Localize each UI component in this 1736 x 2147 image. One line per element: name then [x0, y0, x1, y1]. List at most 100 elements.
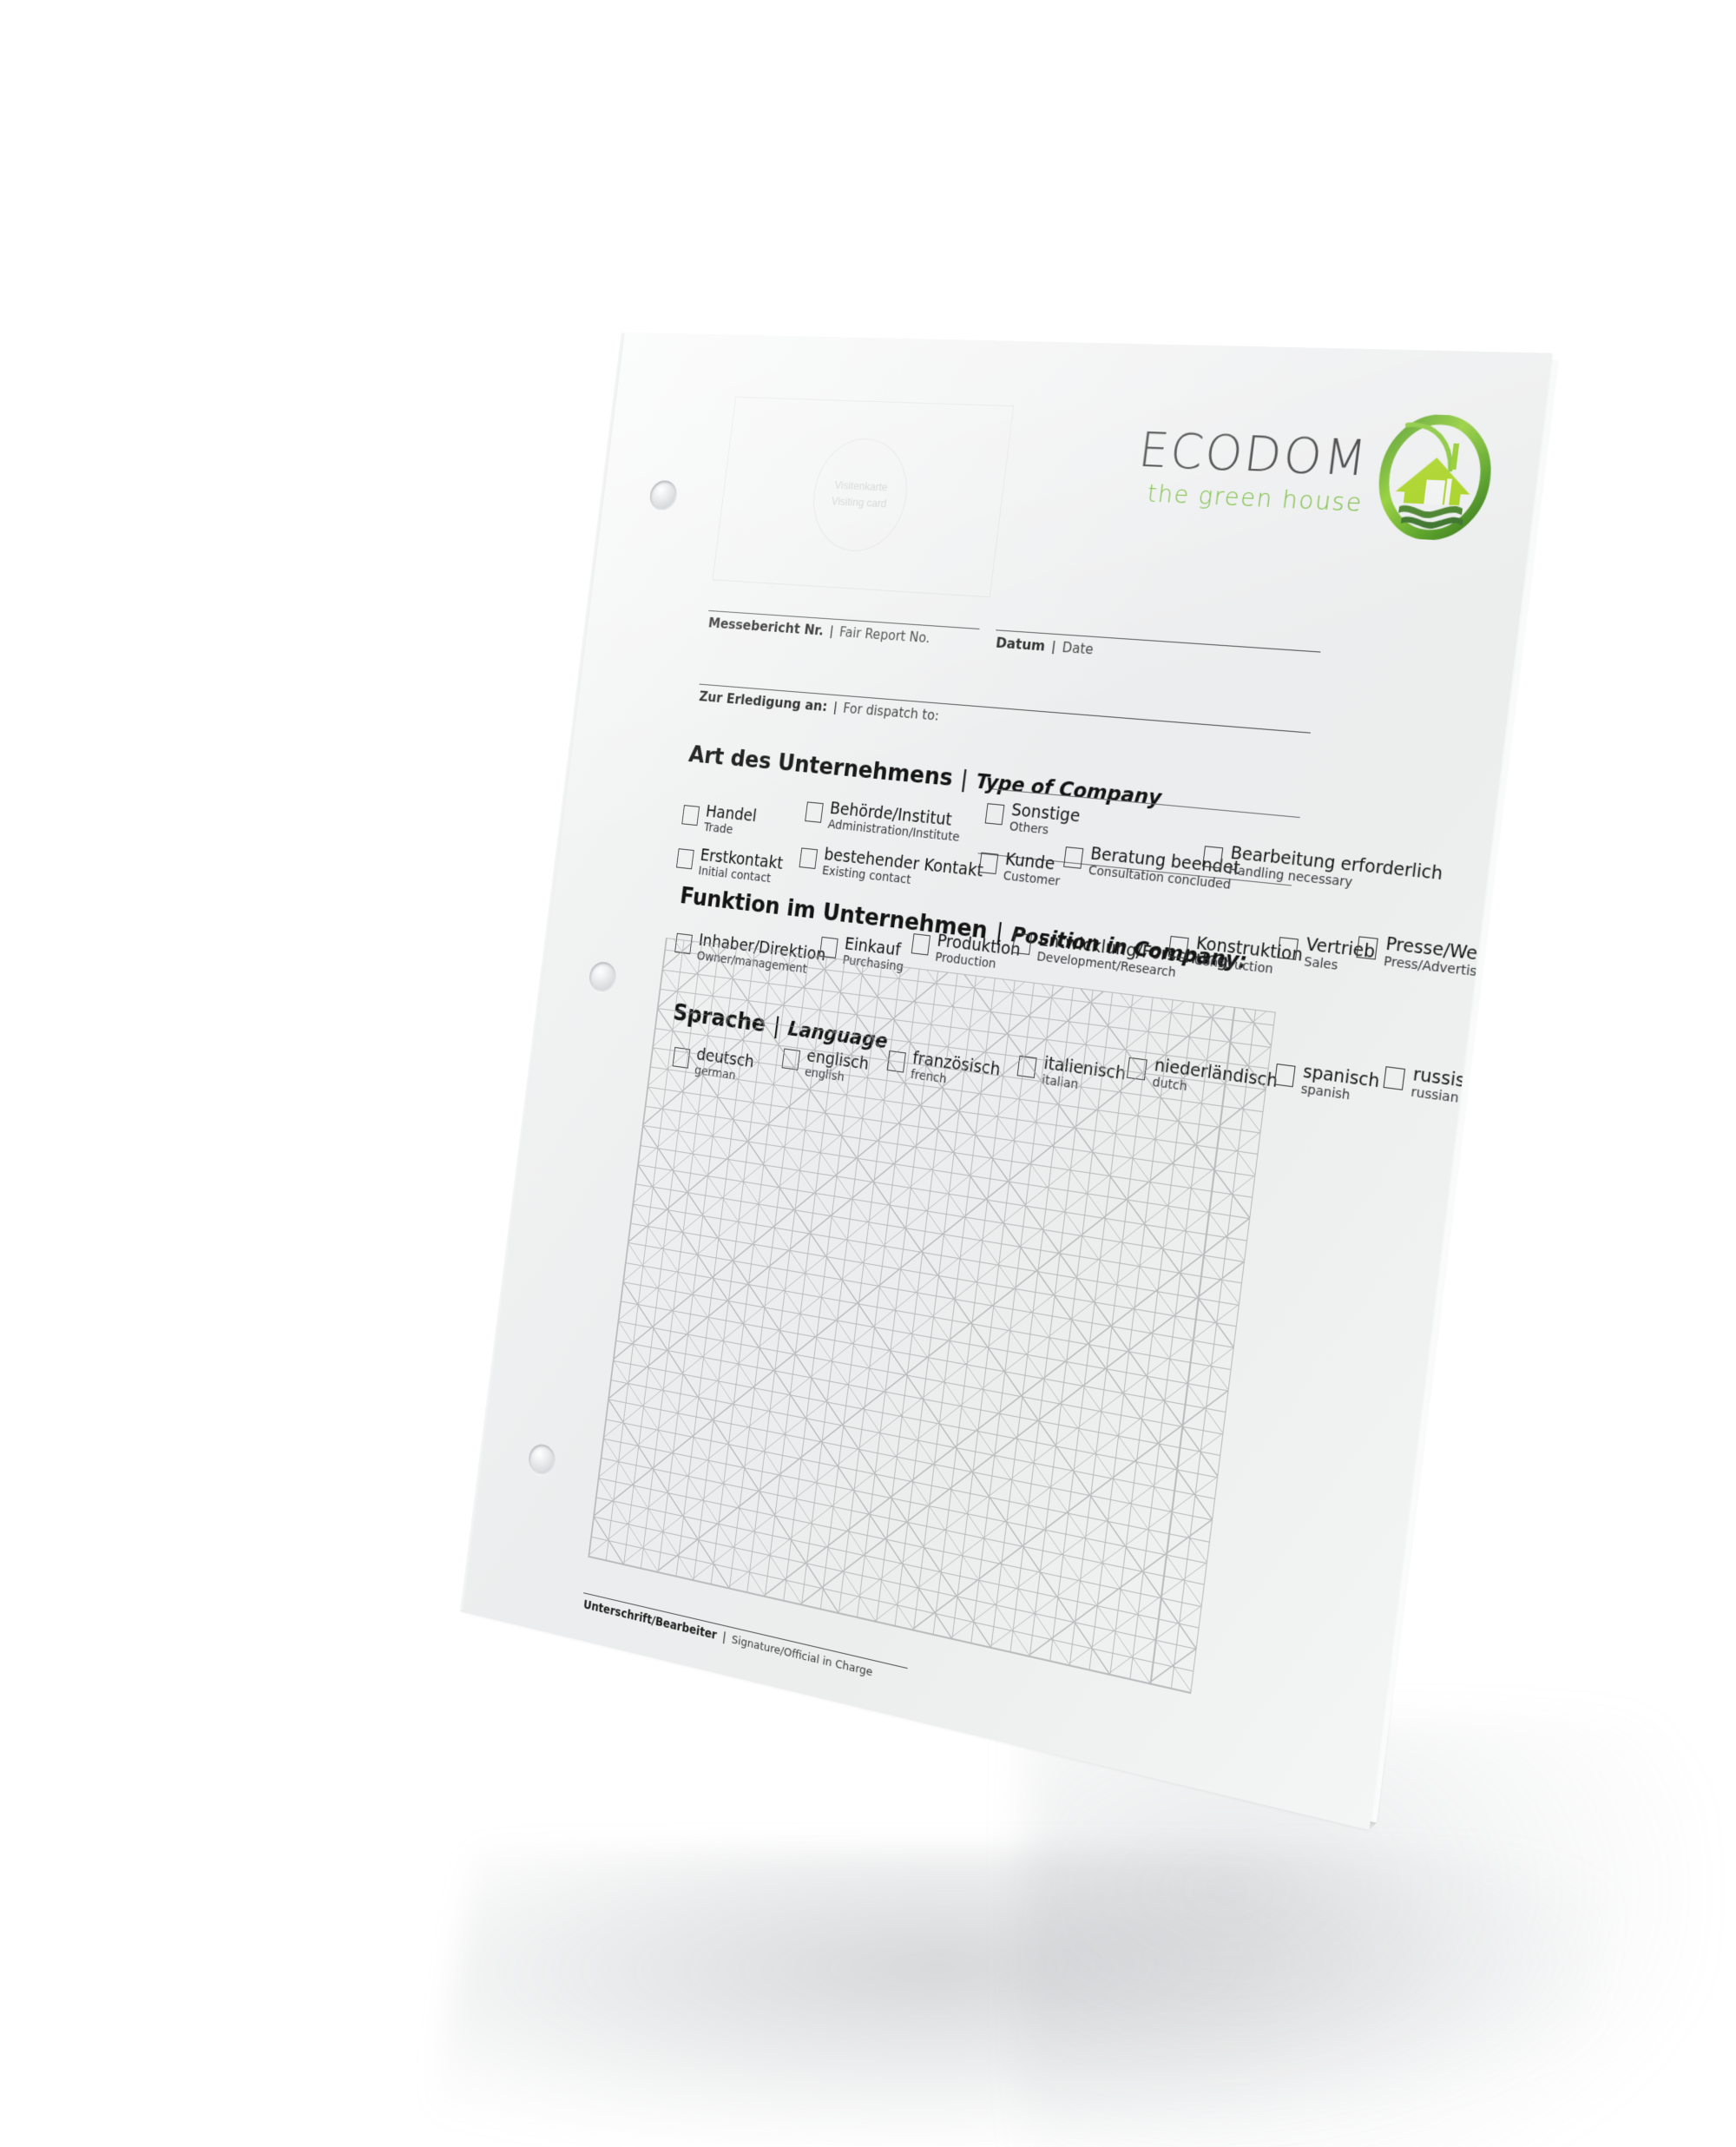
checkbox-label-de: Beratung beendet	[1089, 843, 1241, 879]
checkbox-label: spanisch spanish	[1299, 1061, 1381, 1106]
section-title-sep: |	[959, 764, 970, 793]
label-sep: |	[832, 698, 838, 715]
checkbox-presse-werbung[interactable]: Presse/Werbung Press/Advertising	[1355, 931, 1532, 985]
section-title-de: Art des Unternehmens	[687, 741, 955, 792]
checkbox-label: Sonstige Others	[1009, 800, 1082, 840]
checkbox-erstkontakt[interactable]: Erstkontakt Initial contact	[675, 844, 784, 886]
brand-logo: ECODOM the green house	[1101, 392, 1504, 554]
visiting-card-placeholder[interactable]: Visitenkarte Visiting card	[712, 396, 1015, 597]
label-de: Messebericht Nr.	[707, 614, 825, 639]
checkbox-konstruktion[interactable]: Konstruktion Construction	[1167, 931, 1305, 980]
section-title-sep: |	[995, 917, 1004, 945]
checkbox-bestehender-kontakt[interactable]: bestehender Kontakt Existing contact	[798, 843, 984, 894]
checkbox-label-en: Consultation concluded	[1088, 862, 1232, 892]
label-sep: |	[828, 622, 835, 639]
checkbox-label: Presse/Werbung Press/Advertising	[1383, 932, 1533, 985]
checkbox-label: Konstruktion Construction	[1193, 932, 1305, 980]
checkbox-kunde[interactable]: Kunde Customer	[977, 847, 1062, 888]
checkbox-box[interactable]	[984, 802, 1005, 825]
checkbox-box[interactable]	[1167, 935, 1189, 958]
checkbox-box[interactable]	[1063, 846, 1084, 869]
checkbox-bearbeitung-erforderlich[interactable]: Bearbeitung erforderlich Handling necess…	[1201, 841, 1443, 899]
drop-shadow	[428, 1849, 1621, 2144]
checkbox-produktion[interactable]: Produktion Production	[911, 929, 1022, 974]
field-fair-report-no-label: Messebericht Nr. | Fair Report No.	[707, 614, 931, 646]
checkbox-box[interactable]	[1383, 1065, 1406, 1090]
checkbox-box[interactable]	[1273, 1063, 1296, 1087]
label-en: Date	[1061, 639, 1095, 658]
checkbox-label-de: niederländisch	[1154, 1055, 1279, 1091]
product-photo-stage: Visitenkarte Visiting card ECODOM the gr…	[0, 0, 1736, 2147]
checkbox-box[interactable]	[1277, 936, 1299, 960]
label-en: For dispatch to:	[842, 700, 940, 724]
field-date-label: Datum | Date	[995, 634, 1095, 658]
checkbox-label-en: spanish	[1299, 1081, 1351, 1103]
checkbox-box[interactable]	[1126, 1057, 1147, 1080]
checkbox-label-en: Handling necessary	[1227, 861, 1354, 890]
brand-tagline: the green house	[1146, 478, 1365, 517]
checkbox-label-de: russisch	[1411, 1064, 1488, 1094]
checkbox-label: bestehender Kontakt Existing contact	[821, 845, 984, 894]
checkbox-label-en: italian	[1041, 1072, 1124, 1097]
checkbox-label-en: Construction	[1193, 952, 1274, 977]
checkbox-box[interactable]	[978, 852, 999, 874]
checkbox-handel[interactable]: Handel Trade	[681, 800, 758, 839]
checkbox-box[interactable]	[681, 804, 700, 826]
label-sep: |	[721, 1629, 727, 1644]
checkbox-label: Erstkontakt Initial contact	[698, 846, 785, 886]
triangle-grid-notes-area[interactable]	[588, 937, 1276, 1694]
checkbox-sonstige[interactable]: Sonstige Others	[984, 799, 1082, 840]
checkbox-label-de: spanisch	[1301, 1061, 1381, 1092]
checkbox-label-de: Bearbeitung erforderlich	[1229, 842, 1444, 884]
field-fair-report-no[interactable]: Messebericht Nr. | Fair Report No.	[707, 609, 980, 646]
checkbox-box[interactable]	[911, 932, 931, 956]
label-de: Unterschrift/Bearbeiter	[582, 1597, 718, 1643]
checkbox-box[interactable]	[675, 847, 694, 869]
checkbox-box[interactable]	[1016, 1055, 1037, 1078]
checkbox-label-de: Kunde	[1003, 849, 1056, 874]
checkbox-label-de: Entwicklung/Forschung	[1037, 929, 1229, 971]
visiting-card-label-de: Visitenkarte	[833, 477, 889, 494]
punch-hole-middle	[588, 959, 618, 994]
checkbox-label-de: Presse/Werbung	[1384, 932, 1533, 971]
checkbox-label: Behörde/Institut Administration/Institut…	[827, 799, 963, 844]
checkbox-box[interactable]	[819, 936, 838, 958]
notepad: Visitenkarte Visiting card ECODOM the gr…	[459, 332, 1558, 1830]
checkbox-box[interactable]	[805, 800, 824, 823]
checkbox-italienisch[interactable]: italienisch italian	[1016, 1050, 1127, 1097]
checkbox-label: niederländisch dutch	[1152, 1055, 1279, 1105]
checkbox-label-en: russian	[1410, 1083, 1460, 1106]
punch-hole-bottom	[527, 1441, 557, 1478]
checkbox-vertrieb[interactable]: Vertrieb Sales	[1276, 932, 1376, 976]
checkbox-label-en: Sales	[1303, 953, 1339, 973]
checkbox-label: Handel Trade	[703, 801, 758, 838]
checkbox-behoerde-institut[interactable]: Behörde/Institut Administration/Institut…	[804, 797, 963, 844]
section-heading-type-of-company: Art des Unternehmens | Type of Company	[687, 740, 1163, 811]
checkbox-label-de: Vertrieb	[1305, 933, 1377, 962]
checkbox-russisch[interactable]: russisch russian	[1382, 1061, 1488, 1109]
checkbox-spanisch[interactable]: spanisch spanish	[1273, 1058, 1381, 1106]
checkbox-label: Produktion Production	[934, 931, 1022, 973]
label-en: Signature/Official in Charge	[731, 1632, 874, 1679]
field-for-dispatch-to-label: Zur Erledigung an: | For dispatch to:	[698, 688, 940, 724]
checkbox-box[interactable]	[1202, 845, 1224, 868]
checkbox-label: Vertrieb Sales	[1303, 933, 1377, 977]
checkbox-niederlaendisch[interactable]: niederländisch dutch	[1126, 1052, 1279, 1105]
type-of-company-write-in-rule[interactable]	[992, 787, 1300, 818]
field-date[interactable]: Datum | Date	[995, 629, 1321, 657]
checkbox-box[interactable]	[1356, 935, 1378, 959]
eco-house-logo-icon	[1368, 412, 1503, 542]
checkbox-box[interactable]	[799, 846, 819, 869]
field-for-dispatch-to[interactable]: Zur Erledigung an: | For dispatch to:	[698, 683, 1311, 734]
punch-hole-top	[648, 479, 679, 511]
label-de: Datum	[995, 633, 1047, 655]
checkbox-box[interactable]	[1011, 932, 1032, 955]
checkbox-label-de: Konstruktion	[1194, 932, 1305, 965]
checkbox-entwicklung-forschung[interactable]: Entwicklung/Forschung Development/Resear…	[1011, 928, 1229, 985]
checkbox-label: russisch russian	[1410, 1064, 1488, 1109]
checkbox-beratung-beendet[interactable]: Beratung beendet Consultation concluded	[1062, 841, 1241, 892]
others-write-in-rule[interactable]	[977, 852, 1292, 886]
form-content: Visitenkarte Visiting card ECODOM the gr…	[570, 366, 1532, 1797]
section-title-en: Type of Company	[974, 769, 1163, 810]
label-de: Zur Erledigung an:	[698, 688, 829, 715]
